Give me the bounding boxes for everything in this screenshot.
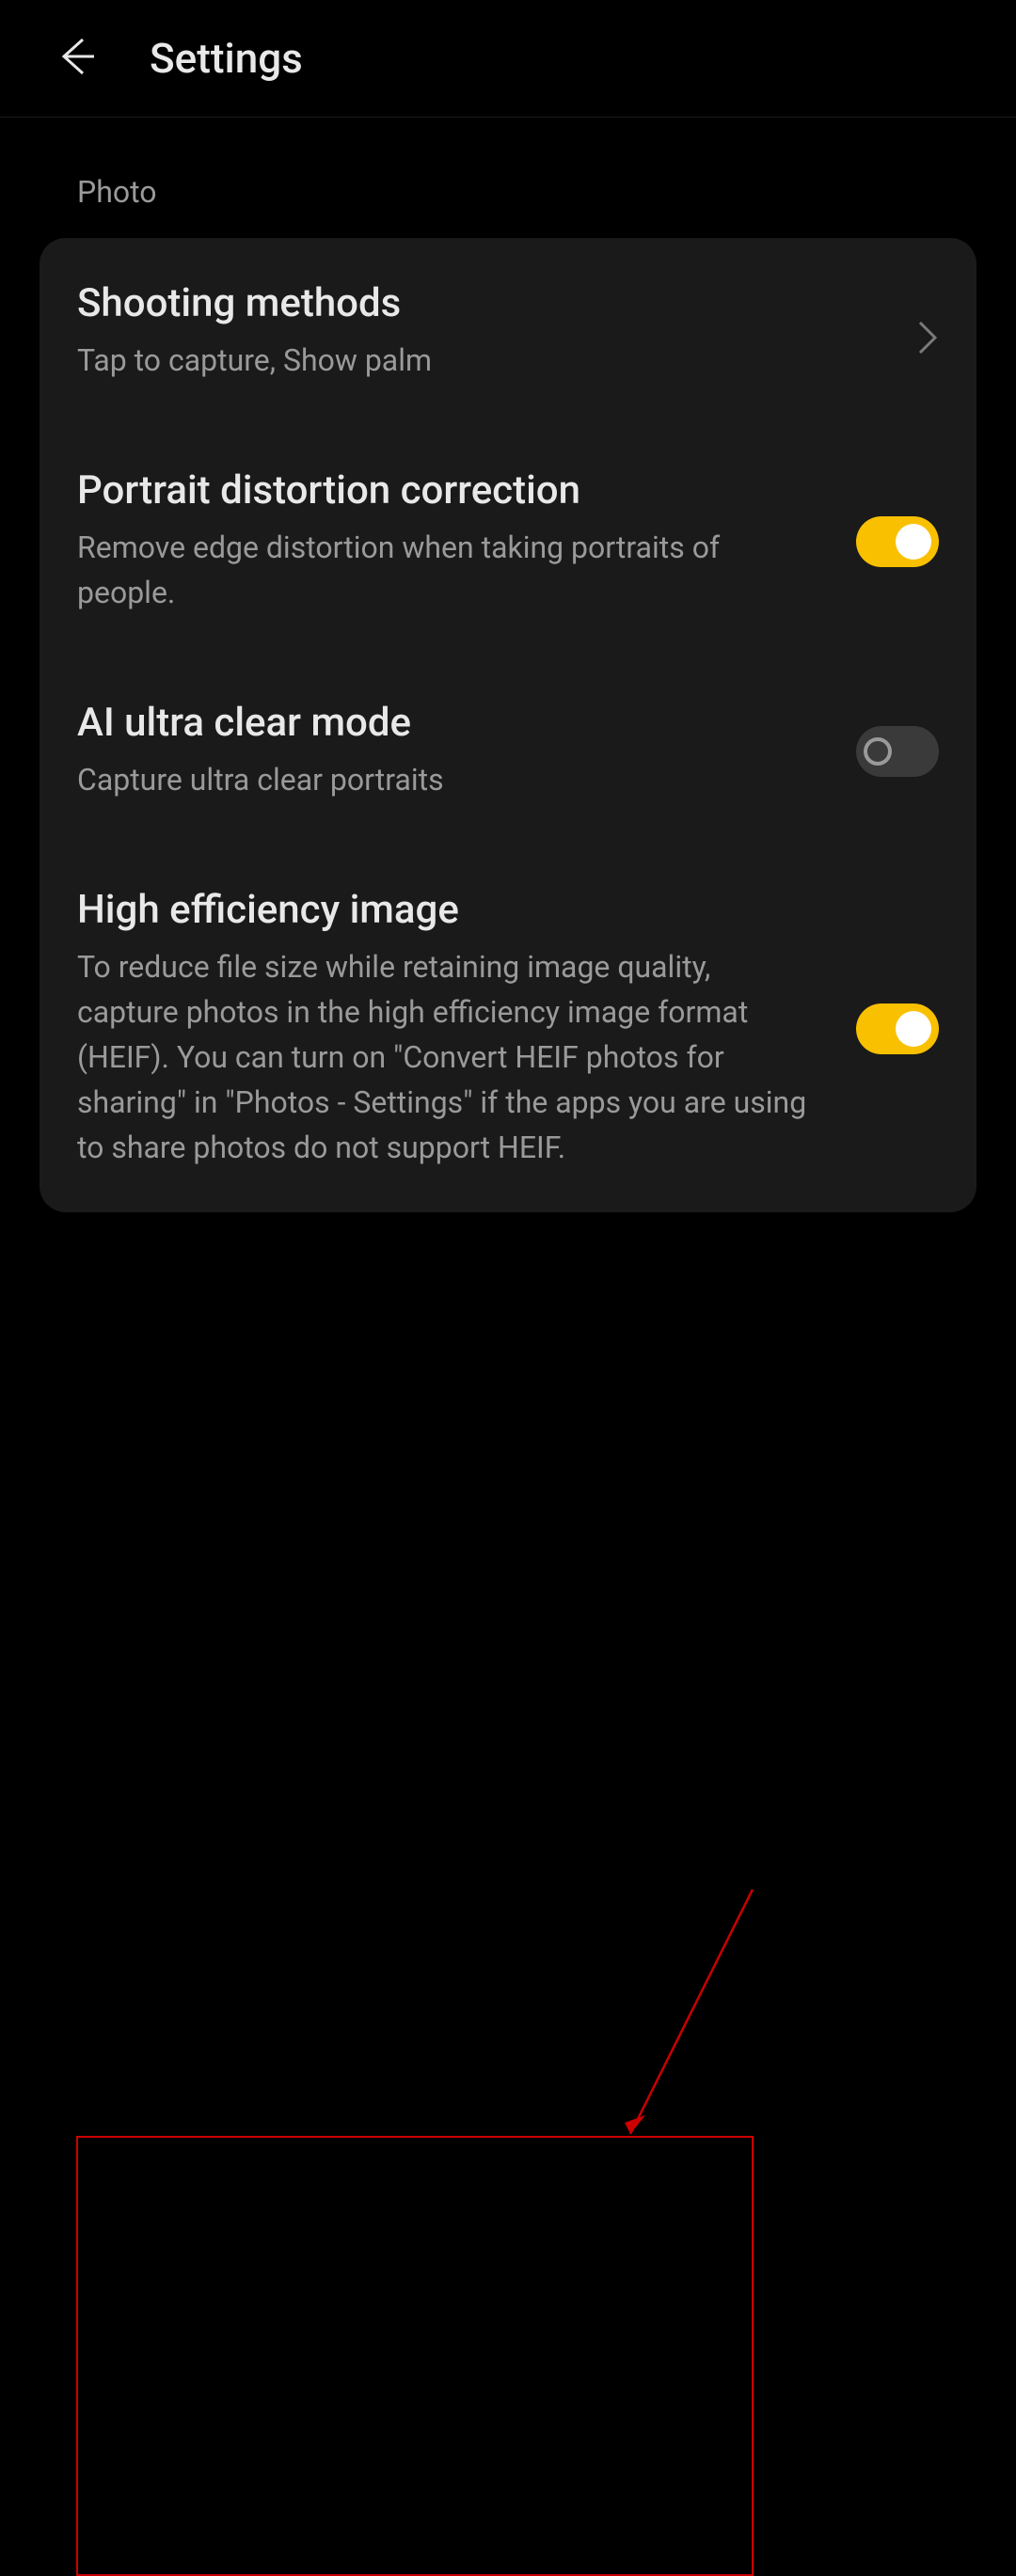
settings-card: Shooting methods Tap to capture, Show pa… bbox=[40, 238, 976, 1212]
setting-text: AI ultra clear mode Capture ultra clear … bbox=[77, 700, 856, 802]
toggle-knob bbox=[896, 524, 931, 560]
setting-high-efficiency[interactable]: High efficiency image To reduce file siz… bbox=[40, 845, 976, 1212]
setting-text: Portrait distortion correction Remove ed… bbox=[77, 467, 856, 615]
setting-title: High efficiency image bbox=[77, 887, 818, 933]
toggle-portrait-distortion[interactable] bbox=[856, 516, 939, 567]
page-title: Settings bbox=[150, 34, 303, 83]
setting-title: AI ultra clear mode bbox=[77, 700, 818, 746]
setting-text: Shooting methods Tap to capture, Show pa… bbox=[77, 280, 916, 383]
toggle-knob bbox=[864, 737, 892, 766]
annotation-highlight-box bbox=[76, 2136, 754, 2576]
toggle-high-efficiency[interactable] bbox=[856, 1004, 939, 1054]
toggle-knob bbox=[896, 1011, 931, 1047]
setting-subtitle: To reduce file size while retaining imag… bbox=[77, 944, 818, 1170]
chevron-right-icon bbox=[916, 321, 939, 343]
section-header-photo: Photo bbox=[40, 118, 976, 238]
setting-shooting-methods[interactable]: Shooting methods Tap to capture, Show pa… bbox=[40, 238, 976, 425]
setting-title: Shooting methods bbox=[77, 280, 879, 326]
setting-ai-ultra-clear[interactable]: AI ultra clear mode Capture ultra clear … bbox=[40, 657, 976, 845]
back-button[interactable] bbox=[56, 36, 98, 81]
setting-title: Portrait distortion correction bbox=[77, 467, 818, 514]
setting-text: High efficiency image To reduce file siz… bbox=[77, 887, 856, 1170]
header-bar: Settings bbox=[0, 0, 1016, 118]
setting-subtitle: Tap to capture, Show palm bbox=[77, 338, 879, 383]
content-area: Photo Shooting methods Tap to capture, S… bbox=[0, 118, 1016, 1212]
setting-subtitle: Capture ultra clear portraits bbox=[77, 757, 818, 802]
back-arrow-icon bbox=[56, 36, 98, 81]
annotation-arrow-icon bbox=[621, 1889, 762, 2143]
setting-portrait-distortion[interactable]: Portrait distortion correction Remove ed… bbox=[40, 425, 976, 657]
toggle-ai-ultra-clear[interactable] bbox=[856, 726, 939, 777]
setting-subtitle: Remove edge distortion when taking portr… bbox=[77, 525, 818, 615]
